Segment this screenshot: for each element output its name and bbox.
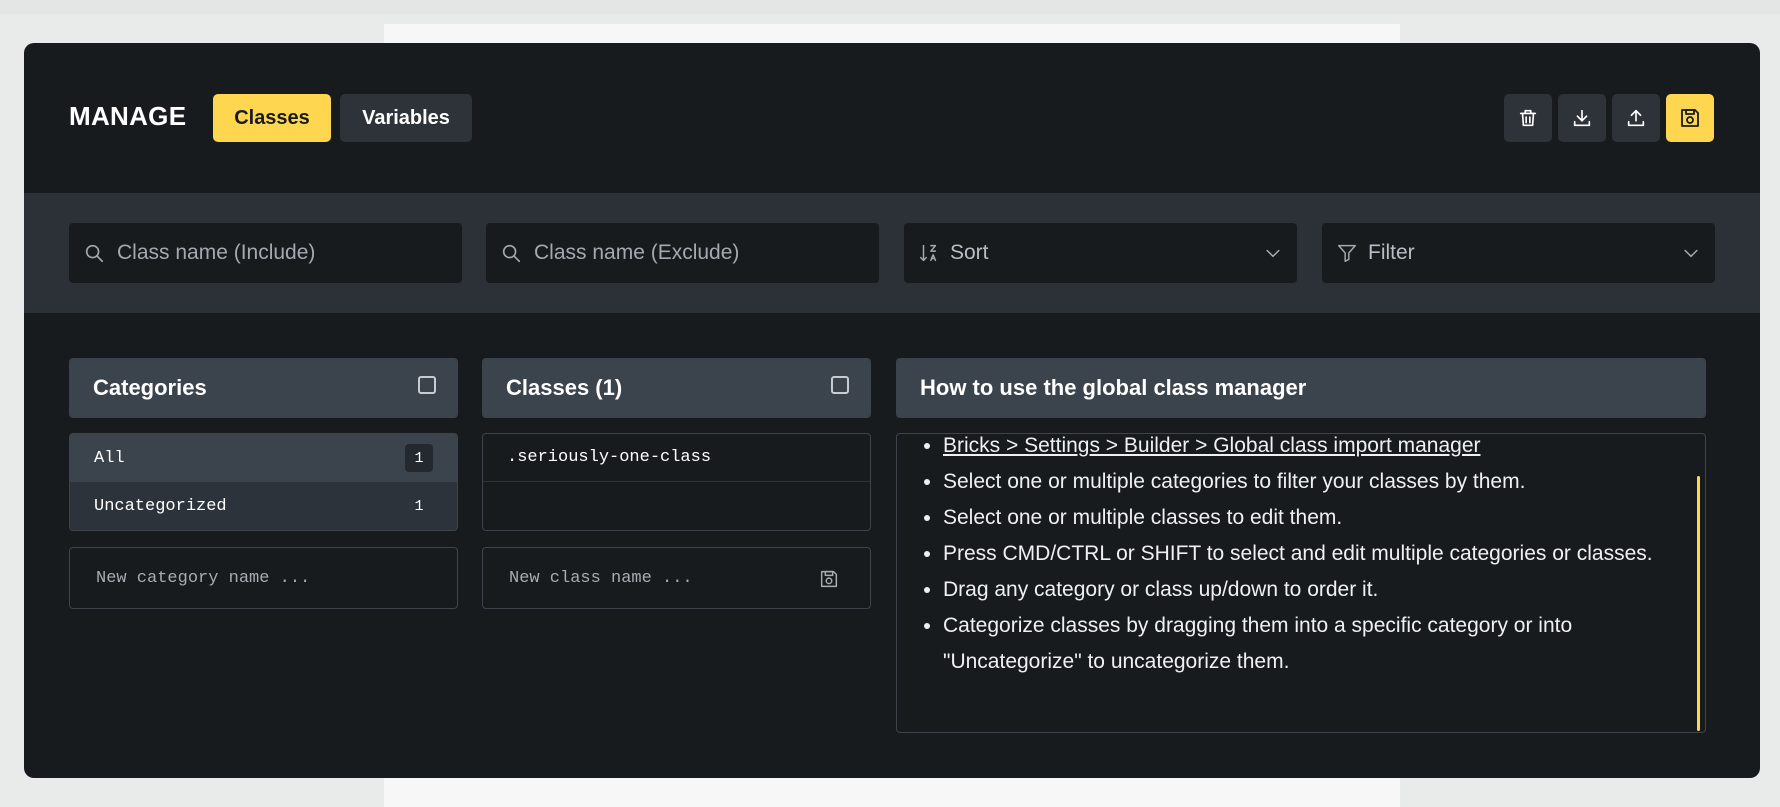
category-count-badge: 1 xyxy=(405,444,433,472)
chevron-down-icon xyxy=(1684,249,1698,258)
search-icon xyxy=(85,244,104,263)
help-item: Categorize classes by dragging them into… xyxy=(943,608,1683,680)
classes-title: Classes (1) xyxy=(506,375,623,400)
exclude-search-input[interactable] xyxy=(532,240,856,266)
page-title: MANAGE xyxy=(69,101,187,131)
help-content: Bricks > Settings > Builder > Global cla… xyxy=(896,433,1706,733)
save-icon xyxy=(1681,109,1699,127)
class-manager-modal: MANAGE Classes Variables Class name (Inc… xyxy=(24,43,1760,778)
sort-label: Sort xyxy=(950,241,989,264)
filter-label: Filter xyxy=(1368,241,1415,264)
classes-header: Classes (1) xyxy=(482,358,871,418)
save-button[interactable] xyxy=(1666,94,1714,142)
include-search-input[interactable] xyxy=(115,240,439,266)
import-button[interactable] xyxy=(1612,94,1660,142)
help-item: Select one or multiple categories to fil… xyxy=(943,464,1683,500)
category-count-badge: 1 xyxy=(414,497,424,515)
new-category-field[interactable] xyxy=(69,547,458,609)
category-label: All xyxy=(94,448,125,468)
modal-header: MANAGE Classes Variables xyxy=(24,43,1760,193)
class-item[interactable]: .seriously-one-class xyxy=(483,434,870,482)
help-header: How to use the global class manager xyxy=(896,358,1706,418)
sort-icon xyxy=(920,244,937,262)
help-list: Bricks > Settings > Builder > Global cla… xyxy=(897,434,1683,680)
classes-list: .seriously-one-class xyxy=(482,433,871,531)
filter-icon xyxy=(1338,244,1356,262)
new-class-input[interactable] xyxy=(507,567,811,589)
help-item: Press CMD/CTRL or SHIFT to select and ed… xyxy=(943,536,1683,572)
categories-select-all-checkbox[interactable] xyxy=(418,376,436,394)
categories-list: All 1 Uncategorized 1 xyxy=(69,433,458,531)
download-icon xyxy=(1573,109,1591,127)
category-item-uncategorized[interactable]: Uncategorized 1 xyxy=(70,482,457,530)
help-item: Drag any category or class up/down to or… xyxy=(943,572,1683,608)
new-class-field[interactable] xyxy=(482,547,871,609)
export-button[interactable] xyxy=(1558,94,1606,142)
new-category-input[interactable] xyxy=(94,567,398,589)
include-search-field[interactable] xyxy=(69,223,462,283)
class-label: .seriously-one-class xyxy=(507,448,712,467)
help-scrollbar[interactable] xyxy=(1697,476,1700,731)
tab-variables[interactable]: Variables xyxy=(340,94,472,142)
help-item: Bricks > Settings > Builder > Global cla… xyxy=(943,434,1683,464)
category-item-all[interactable]: All 1 xyxy=(70,434,457,482)
upload-icon xyxy=(1627,109,1645,127)
help-link[interactable]: Bricks > Settings > Builder > Global cla… xyxy=(943,434,1481,457)
save-icon[interactable] xyxy=(818,568,840,590)
delete-button[interactable] xyxy=(1504,94,1552,142)
search-icon xyxy=(502,244,521,263)
classes-select-all-checkbox[interactable] xyxy=(831,376,849,394)
trash-icon xyxy=(1519,109,1537,127)
exclude-search-field[interactable] xyxy=(486,223,879,283)
chevron-down-icon xyxy=(1266,249,1280,258)
sort-select[interactable]: Sort xyxy=(904,223,1297,283)
tab-classes[interactable]: Classes xyxy=(213,94,331,142)
help-title: How to use the global class manager xyxy=(920,375,1307,400)
categories-header: Categories xyxy=(69,358,458,418)
filter-select[interactable]: Filter xyxy=(1322,223,1715,283)
categories-title: Categories xyxy=(93,375,207,400)
category-label: Uncategorized xyxy=(94,496,227,516)
builder-toolbar-background xyxy=(0,0,1780,14)
help-item: Select one or multiple classes to edit t… xyxy=(943,500,1683,536)
